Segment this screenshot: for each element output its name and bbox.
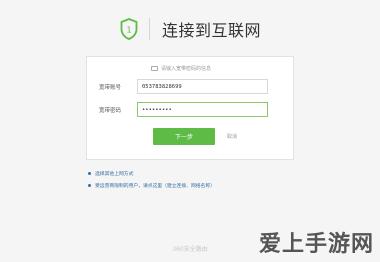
link-other-method[interactable]: 选择其他上网方式 (88, 170, 215, 177)
login-card: 请输入宽带密码的信息 宽带账号 053783828699 宽带密码 ••••••… (86, 56, 294, 160)
shield-icon: 1 (119, 17, 139, 41)
account-input[interactable]: 053783828699 (137, 79, 268, 94)
link-text[interactable]: 选择其他上网方式 (95, 170, 133, 177)
link-text[interactable]: 受运营商限制的用户，请点这里（建立连接、网络名称） (95, 182, 215, 189)
monitor-icon (151, 66, 158, 71)
help-links: 选择其他上网方式 受运营商限制的用户，请点这里（建立连接、网络名称） (88, 170, 215, 194)
header-divider (148, 18, 150, 40)
hint-text: 请输入宽带密码的信息 (161, 66, 212, 72)
svg-text:1: 1 (126, 26, 131, 35)
bullet-icon (88, 184, 91, 187)
account-row: 宽带账号 053783828699 (99, 79, 268, 94)
link-restricted-users[interactable]: 受运营商限制的用户，请点这里（建立连接、网络名称） (88, 182, 215, 189)
cancel-link[interactable]: 取消 (227, 133, 237, 140)
hint-row: 请输入宽带密码的信息 (151, 65, 211, 72)
password-label: 宽带密码 (99, 107, 122, 114)
account-label: 宽带账号 (99, 84, 122, 91)
site-watermark: 爱上手游网 (258, 232, 374, 257)
next-button[interactable]: 下一步 (153, 128, 215, 145)
password-input[interactable]: ••••••••• (137, 102, 268, 117)
page-title: 连接到互联网 (161, 21, 261, 40)
page-header: 1 连接到互联网 (0, 0, 380, 58)
password-row: 宽带密码 ••••••••• (99, 102, 268, 117)
bullet-icon (88, 172, 91, 175)
